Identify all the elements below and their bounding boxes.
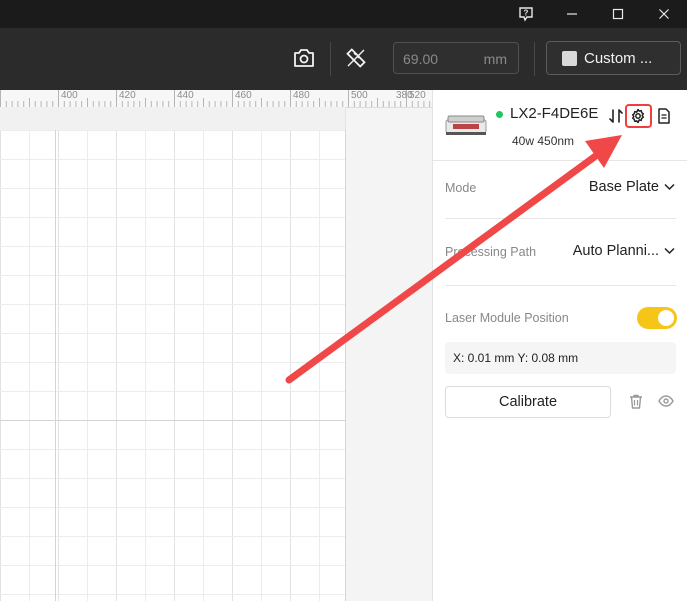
settings-highlight-box — [625, 104, 652, 128]
dimension-value: 69.00 — [403, 51, 439, 67]
panel-divider — [433, 160, 687, 161]
laser-device-image — [445, 115, 487, 135]
minimize-icon[interactable] — [549, 0, 595, 28]
dimension-unit: mm — [483, 51, 507, 67]
title-bar: ? — [0, 0, 687, 28]
trash-icon[interactable] — [629, 394, 643, 409]
mode-select[interactable]: Base Plate — [589, 179, 675, 195]
panel-divider — [445, 285, 676, 286]
swap-device-icon[interactable] — [607, 107, 625, 125]
device-spec: 40w 450nm — [512, 134, 575, 148]
document-icon[interactable] — [655, 107, 673, 125]
device-name[interactable]: LX2-F4DE6E — [510, 105, 598, 122]
help-icon[interactable]: ? — [503, 0, 549, 28]
canvas-area[interactable]: 380 400 420 440 460 480 500 520 — [0, 90, 432, 601]
ruler-label: 480 — [293, 90, 310, 101]
toolbar: 69.00 mm Custom ... — [0, 28, 687, 90]
toolbar-separator — [330, 42, 331, 76]
svg-text:?: ? — [524, 9, 529, 18]
coordinates-text: X: 0.01 mm Y: 0.08 mm — [453, 351, 579, 365]
coordinates-display: X: 0.01 mm Y: 0.08 mm — [445, 342, 676, 374]
horizontal-ruler: 380 400 420 440 460 480 500 520 — [0, 90, 432, 108]
custom-material-label: Custom ... — [584, 50, 653, 67]
ruler-label: 460 — [235, 90, 252, 101]
laser-module-position-toggle[interactable] — [637, 307, 677, 329]
measure-icon[interactable] — [344, 46, 368, 70]
ruler-label: 420 — [119, 90, 136, 101]
toggle-knob — [658, 310, 674, 326]
processing-path-label: Processing Path — [445, 245, 537, 259]
custom-material-button[interactable]: Custom ... — [546, 41, 681, 75]
device-panel: LX2-F4DE6E 40w 450nm Mode Base Plate Pro… — [432, 90, 687, 601]
ruler-label: 440 — [177, 90, 194, 101]
camera-capture-icon[interactable] — [292, 46, 316, 70]
ruler-label: 500 — [351, 90, 368, 101]
mode-value: Base Plate — [588, 179, 659, 195]
ruler-label: 400 — [61, 90, 78, 101]
panel-divider — [445, 218, 676, 219]
calibrate-button[interactable]: Calibrate — [445, 386, 611, 418]
chevron-down-icon — [664, 183, 675, 191]
dimension-input[interactable]: 69.00 mm — [393, 42, 519, 74]
close-icon[interactable] — [641, 0, 687, 28]
connection-status-dot — [496, 111, 503, 118]
toolbar-separator — [534, 42, 535, 76]
ruler-label: 520 — [409, 90, 426, 101]
processing-path-select[interactable]: Auto Planni... — [573, 243, 675, 259]
mode-label: Mode — [445, 181, 477, 195]
eye-icon[interactable] — [658, 395, 674, 407]
processing-path-value: Auto Planni... — [572, 243, 659, 259]
maximize-icon[interactable] — [595, 0, 641, 28]
material-swatch — [562, 51, 577, 66]
laser-module-position-label: Laser Module Position — [445, 311, 569, 325]
chevron-down-icon — [664, 247, 675, 255]
work-area-top-strip — [0, 107, 346, 130]
work-area-grid[interactable] — [0, 130, 346, 601]
